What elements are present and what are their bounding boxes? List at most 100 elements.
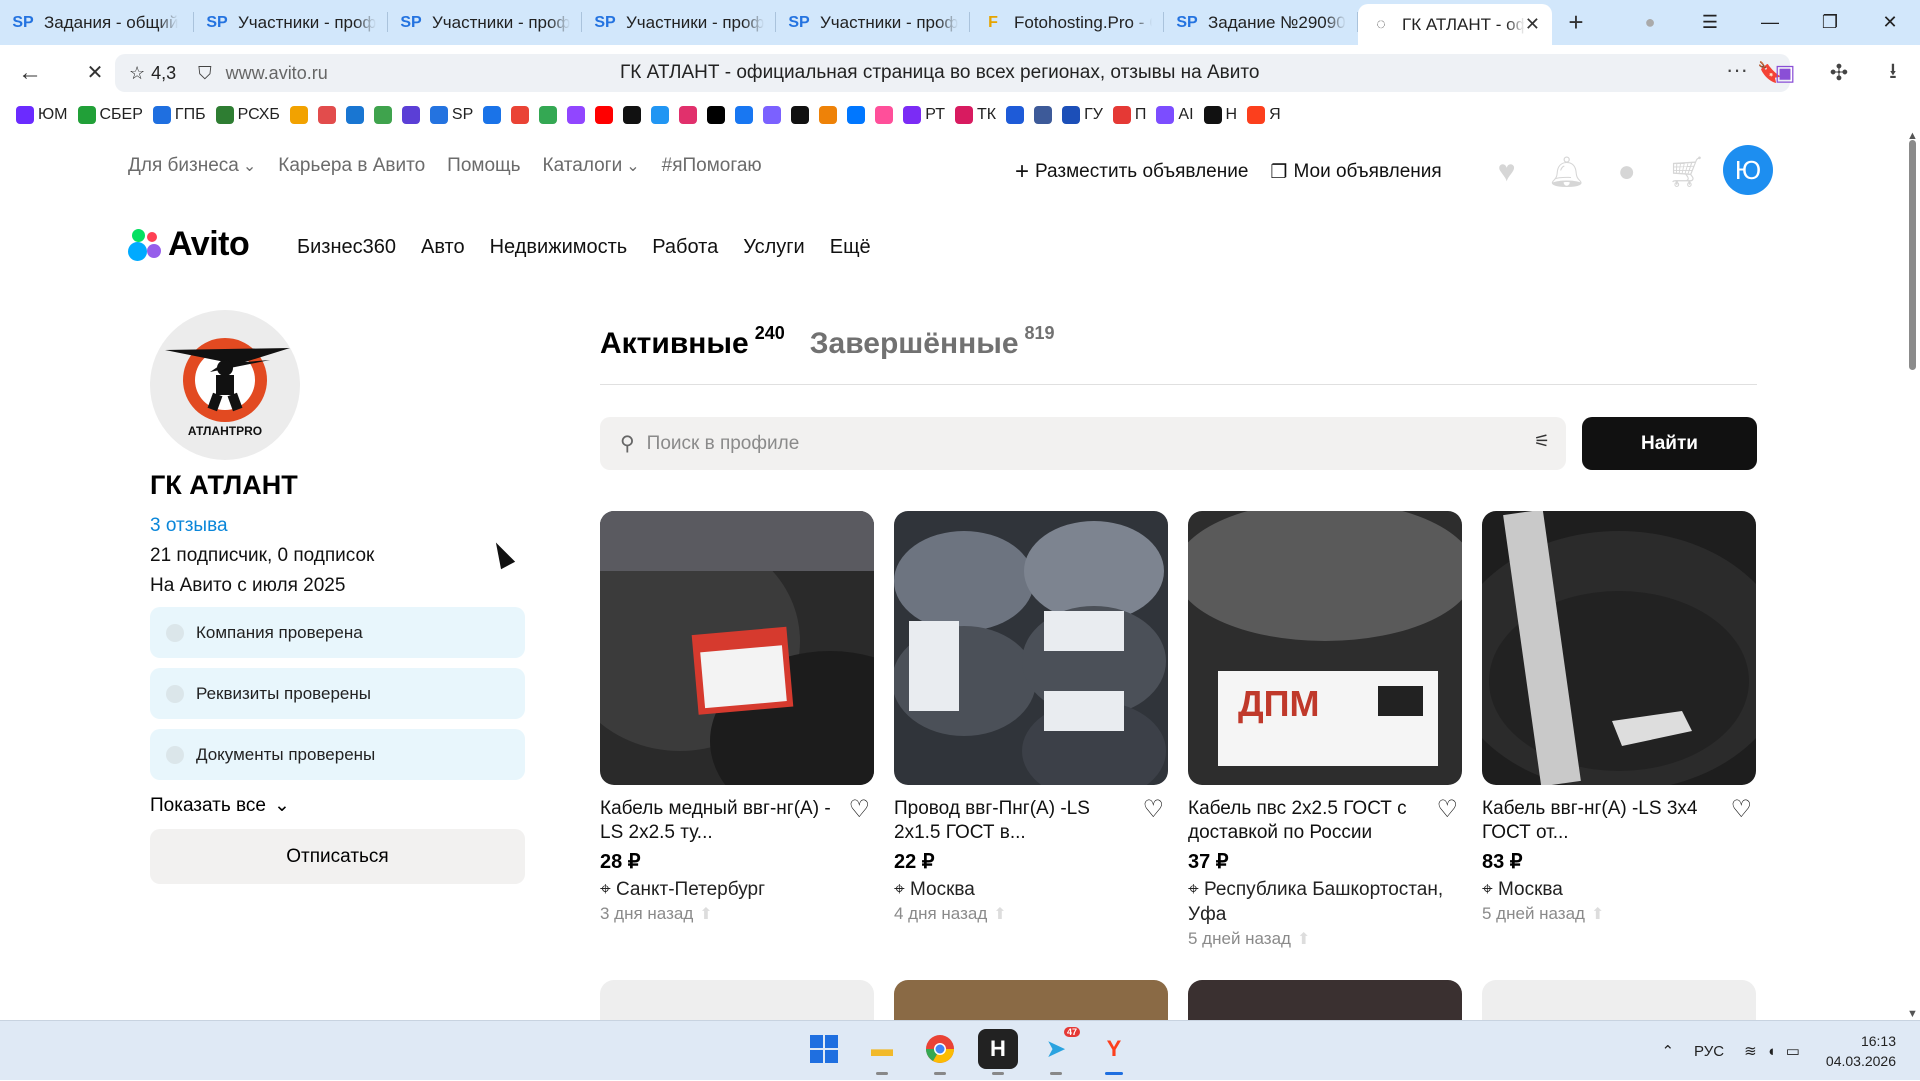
listing-photo[interactable] [1482, 511, 1756, 785]
browser-tab[interactable]: F Fotohosting.Pro - С [970, 0, 1164, 45]
favorite-heart-icon[interactable]: ♡ [1730, 795, 1752, 824]
extensions-icon[interactable]: ✣ [1812, 60, 1866, 86]
bookmark-item[interactable] [1006, 106, 1025, 124]
bookmark-item[interactable] [819, 106, 838, 124]
close-tab-icon[interactable]: ✕ [1525, 14, 1540, 35]
filter-icon[interactable]: ⚟ [1534, 431, 1550, 452]
main-nav-item[interactable]: Бизнес360 [297, 236, 396, 259]
bookmark-item[interactable] [735, 106, 754, 124]
listing-title[interactable]: Кабель ввг-нг(А) -LS 3х4 ГОСТ от... [1482, 797, 1717, 845]
bookmark-item[interactable]: П [1112, 106, 1146, 124]
app-h-icon[interactable]: H [978, 1029, 1018, 1075]
tab-completed-listings[interactable]: Завершённые 819 [810, 323, 1055, 384]
verification-badge[interactable]: Компания проверена [150, 607, 525, 658]
listing-title[interactable]: Кабель пвс 2х2.5 ГОСТ с доставкой по Рос… [1188, 797, 1423, 845]
listing-card[interactable]: Кабель ввг-нг(А) -LS 3х4 ГОСТ от... ♡ 83 ₽… [1482, 511, 1756, 949]
tab-active-listings[interactable]: Активные 240 [600, 323, 785, 384]
bookmark-item[interactable]: ЮМ [16, 106, 68, 124]
top-nav-item[interactable]: Для бизнеса ⌄ [128, 155, 256, 177]
top-nav-item[interactable]: #яПомогаю [662, 155, 762, 177]
top-nav-item[interactable]: Карьера в Авито [278, 155, 425, 177]
bookmark-item[interactable] [623, 106, 642, 124]
bookmark-item[interactable] [679, 106, 698, 124]
bookmark-item[interactable] [763, 106, 782, 124]
unsubscribe-button[interactable]: Отписаться [150, 829, 525, 884]
browser-tab[interactable]: SP Участники - проф [776, 0, 970, 45]
bookmark-item[interactable] [539, 106, 558, 124]
bookmark-item[interactable]: РТ [903, 106, 945, 124]
site-rating[interactable]: ☆ 4,3 [129, 63, 176, 84]
reviews-link[interactable]: 3 отзыва [150, 515, 530, 537]
back-button[interactable]: ← [10, 53, 50, 93]
listing-card[interactable]: Кабель медный ввг-нг(А) -LS 2х2.5 ту... ♡… [600, 511, 874, 949]
show-all-button[interactable]: Показать все ⌄ [150, 794, 530, 817]
main-nav-item[interactable]: Авто [421, 236, 465, 259]
favorite-heart-icon[interactable]: ♡ [848, 795, 870, 824]
browser-tab[interactable]: SP Задания - общий [0, 0, 194, 45]
chrome-icon[interactable] [920, 1029, 960, 1075]
find-button[interactable]: Найти [1582, 417, 1757, 470]
profile-search-input[interactable]: ⚲ Поиск в профиле ⚟ [600, 417, 1566, 470]
yandex-browser-icon[interactable]: Y [1094, 1029, 1134, 1075]
verification-badge[interactable]: Реквизиты проверены [150, 668, 525, 719]
chevron-up-icon[interactable]: ⌃ [1661, 1042, 1674, 1060]
listing-title[interactable]: Провод ввг-Пнг(А) -LS 2х1.5 ГОСТ в... [894, 797, 1129, 845]
telegram-icon[interactable]: ➤ 47 [1036, 1027, 1080, 1075]
battery-icon[interactable]: ▭ [1786, 1042, 1800, 1060]
bookmark-item[interactable]: Н [1203, 106, 1237, 124]
bookmark-item[interactable] [373, 106, 392, 124]
bookmark-item[interactable] [651, 106, 670, 124]
seller-logo[interactable]: АТЛАНТPRO [150, 310, 300, 460]
favorite-heart-icon[interactable]: ♡ [1142, 795, 1164, 824]
bookmark-item[interactable] [875, 106, 894, 124]
bookmark-item[interactable] [847, 106, 866, 124]
bookmark-item[interactable]: СБЕР [77, 106, 143, 124]
messages-icon[interactable]: ● [1610, 155, 1644, 189]
bookmark-item[interactable] [483, 106, 502, 124]
bookmark-item[interactable]: ГУ [1062, 106, 1103, 124]
new-tab-button[interactable]: + [1558, 5, 1594, 41]
bookmark-item[interactable] [345, 106, 364, 124]
stop-loading-button[interactable]: ✕ [75, 53, 115, 93]
bookmark-item[interactable] [289, 106, 308, 124]
browser-tab[interactable]: SP Задание №29090 [1164, 0, 1358, 45]
main-nav-item[interactable]: Работа [652, 236, 718, 259]
bookmark-item[interactable]: Я [1247, 106, 1281, 124]
omnibox[interactable]: ☆ 4,3 ⛉ www.avito.ru ГК АТЛАНТ - официаль… [115, 54, 1790, 92]
shield-icon[interactable]: ⛉ [198, 63, 212, 84]
restore-button[interactable]: ❐ [1800, 12, 1860, 33]
my-ads-link[interactable]: ❐ Мои объявления [1270, 161, 1441, 184]
browser-tab[interactable]: SP Участники - проф [388, 0, 582, 45]
language-indicator[interactable]: РУС [1694, 1043, 1724, 1060]
minimize-button[interactable]: — [1740, 12, 1800, 33]
scrollbar-thumb[interactable] [1909, 140, 1916, 370]
bookmark-item[interactable] [567, 106, 586, 124]
volume-icon[interactable]: ◖ [1767, 1043, 1776, 1060]
favorites-icon[interactable]: ♥ [1490, 155, 1524, 189]
profile-icon[interactable]: ● [1620, 12, 1680, 33]
scroll-down-icon[interactable]: ▼ [1907, 1008, 1918, 1020]
bookmark-item[interactable]: AI [1156, 106, 1194, 124]
bookmark-item[interactable] [707, 106, 726, 124]
more-icon[interactable]: ··· [1726, 57, 1748, 83]
post-ad-link[interactable]: + Разместить объявление [1015, 158, 1248, 186]
listing-card-placeholder[interactable] [894, 980, 1168, 1020]
bookmark-item[interactable]: РСХБ [215, 106, 280, 124]
listing-card-placeholder[interactable] [1188, 980, 1462, 1020]
listing-photo[interactable] [894, 511, 1168, 785]
verification-badge[interactable]: Документы проверены [150, 729, 525, 780]
bookmark-item[interactable]: ТК [954, 106, 996, 124]
avito-logo[interactable]: Avito [128, 225, 250, 264]
bookmark-item[interactable] [1034, 106, 1053, 124]
browser-tab[interactable]: SP Участники - проф [194, 0, 388, 45]
bookmark-item[interactable] [791, 106, 810, 124]
close-window-button[interactable]: ✕ [1860, 12, 1920, 33]
user-avatar[interactable]: Ю [1723, 145, 1773, 195]
listing-title[interactable]: Кабель медный ввг-нг(А) -LS 2х2.5 ту... [600, 797, 835, 845]
clock[interactable]: 16:13 04.03.2026 [1826, 1031, 1896, 1071]
top-nav-item[interactable]: Каталоги ⌄ [543, 155, 640, 177]
bookmark-item[interactable]: ГПБ [152, 106, 206, 124]
menu-icon[interactable]: ☰ [1680, 12, 1740, 33]
listing-photo[interactable] [600, 511, 874, 785]
listing-photo[interactable]: ДПМ [1188, 511, 1462, 785]
